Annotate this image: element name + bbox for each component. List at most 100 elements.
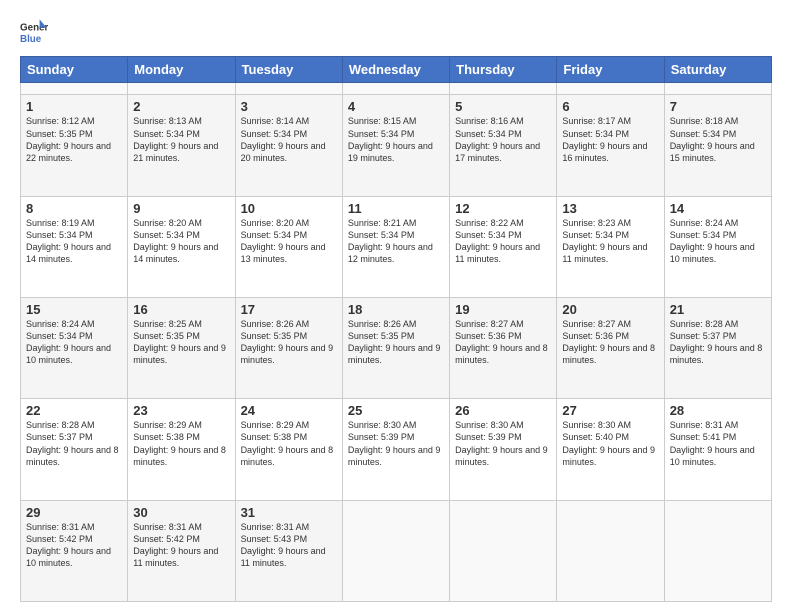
day-info: Sunrise: 8:31 AMSunset: 5:42 PMDaylight:… [133, 521, 229, 570]
day-number: 8 [26, 201, 122, 216]
calendar-cell: 4 Sunrise: 8:15 AMSunset: 5:34 PMDayligh… [342, 95, 449, 196]
calendar-cell: 23 Sunrise: 8:29 AMSunset: 5:38 PMDaylig… [128, 399, 235, 500]
day-info: Sunrise: 8:29 AMSunset: 5:38 PMDaylight:… [133, 419, 229, 468]
day-number: 20 [562, 302, 658, 317]
calendar-cell [235, 83, 342, 95]
day-number: 29 [26, 505, 122, 520]
day-info: Sunrise: 8:22 AMSunset: 5:34 PMDaylight:… [455, 217, 551, 266]
calendar-cell: 22 Sunrise: 8:28 AMSunset: 5:37 PMDaylig… [21, 399, 128, 500]
calendar-cell: 17 Sunrise: 8:26 AMSunset: 5:35 PMDaylig… [235, 298, 342, 399]
calendar-cell: 1 Sunrise: 8:12 AMSunset: 5:35 PMDayligh… [21, 95, 128, 196]
day-number: 24 [241, 403, 337, 418]
day-info: Sunrise: 8:30 AMSunset: 5:39 PMDaylight:… [348, 419, 444, 468]
calendar-cell [557, 500, 664, 601]
day-number: 17 [241, 302, 337, 317]
days-header-row: SundayMondayTuesdayWednesdayThursdayFrid… [21, 57, 772, 83]
week-row-3: 8 Sunrise: 8:19 AMSunset: 5:34 PMDayligh… [21, 196, 772, 297]
day-number: 15 [26, 302, 122, 317]
day-header-friday: Friday [557, 57, 664, 83]
day-header-thursday: Thursday [450, 57, 557, 83]
calendar-cell: 12 Sunrise: 8:22 AMSunset: 5:34 PMDaylig… [450, 196, 557, 297]
page: General Blue SundayMondayTuesdayWednesda… [0, 0, 792, 612]
calendar-cell: 29 Sunrise: 8:31 AMSunset: 5:42 PMDaylig… [21, 500, 128, 601]
day-number: 21 [670, 302, 766, 317]
day-info: Sunrise: 8:13 AMSunset: 5:34 PMDaylight:… [133, 115, 229, 164]
day-number: 2 [133, 99, 229, 114]
day-header-saturday: Saturday [664, 57, 771, 83]
week-row-4: 15 Sunrise: 8:24 AMSunset: 5:34 PMDaylig… [21, 298, 772, 399]
calendar-cell: 26 Sunrise: 8:30 AMSunset: 5:39 PMDaylig… [450, 399, 557, 500]
day-info: Sunrise: 8:26 AMSunset: 5:35 PMDaylight:… [241, 318, 337, 367]
day-number: 12 [455, 201, 551, 216]
calendar-cell: 16 Sunrise: 8:25 AMSunset: 5:35 PMDaylig… [128, 298, 235, 399]
day-info: Sunrise: 8:30 AMSunset: 5:40 PMDaylight:… [562, 419, 658, 468]
logo-icon: General Blue [20, 18, 48, 46]
day-info: Sunrise: 8:20 AMSunset: 5:34 PMDaylight:… [241, 217, 337, 266]
day-number: 10 [241, 201, 337, 216]
calendar-cell: 18 Sunrise: 8:26 AMSunset: 5:35 PMDaylig… [342, 298, 449, 399]
calendar-cell: 31 Sunrise: 8:31 AMSunset: 5:43 PMDaylig… [235, 500, 342, 601]
calendar-cell: 13 Sunrise: 8:23 AMSunset: 5:34 PMDaylig… [557, 196, 664, 297]
day-number: 7 [670, 99, 766, 114]
day-info: Sunrise: 8:23 AMSunset: 5:34 PMDaylight:… [562, 217, 658, 266]
calendar-cell: 8 Sunrise: 8:19 AMSunset: 5:34 PMDayligh… [21, 196, 128, 297]
day-info: Sunrise: 8:28 AMSunset: 5:37 PMDaylight:… [26, 419, 122, 468]
svg-text:Blue: Blue [20, 34, 42, 45]
day-info: Sunrise: 8:16 AMSunset: 5:34 PMDaylight:… [455, 115, 551, 164]
day-info: Sunrise: 8:27 AMSunset: 5:36 PMDaylight:… [562, 318, 658, 367]
calendar-cell: 30 Sunrise: 8:31 AMSunset: 5:42 PMDaylig… [128, 500, 235, 601]
logo: General Blue [20, 18, 48, 46]
day-info: Sunrise: 8:14 AMSunset: 5:34 PMDaylight:… [241, 115, 337, 164]
day-number: 28 [670, 403, 766, 418]
day-number: 18 [348, 302, 444, 317]
calendar-cell: 15 Sunrise: 8:24 AMSunset: 5:34 PMDaylig… [21, 298, 128, 399]
svg-text:General: General [20, 23, 48, 34]
day-header-sunday: Sunday [21, 57, 128, 83]
day-number: 5 [455, 99, 551, 114]
calendar-cell: 19 Sunrise: 8:27 AMSunset: 5:36 PMDaylig… [450, 298, 557, 399]
week-row-5: 22 Sunrise: 8:28 AMSunset: 5:37 PMDaylig… [21, 399, 772, 500]
calendar-cell [450, 83, 557, 95]
calendar-cell: 24 Sunrise: 8:29 AMSunset: 5:38 PMDaylig… [235, 399, 342, 500]
day-info: Sunrise: 8:17 AMSunset: 5:34 PMDaylight:… [562, 115, 658, 164]
day-number: 4 [348, 99, 444, 114]
day-info: Sunrise: 8:18 AMSunset: 5:34 PMDaylight:… [670, 115, 766, 164]
day-info: Sunrise: 8:15 AMSunset: 5:34 PMDaylight:… [348, 115, 444, 164]
day-number: 23 [133, 403, 229, 418]
day-info: Sunrise: 8:26 AMSunset: 5:35 PMDaylight:… [348, 318, 444, 367]
day-info: Sunrise: 8:30 AMSunset: 5:39 PMDaylight:… [455, 419, 551, 468]
day-header-monday: Monday [128, 57, 235, 83]
calendar-cell: 5 Sunrise: 8:16 AMSunset: 5:34 PMDayligh… [450, 95, 557, 196]
day-number: 14 [670, 201, 766, 216]
day-info: Sunrise: 8:20 AMSunset: 5:34 PMDaylight:… [133, 217, 229, 266]
calendar-table: SundayMondayTuesdayWednesdayThursdayFrid… [20, 56, 772, 602]
calendar-cell [557, 83, 664, 95]
calendar-cell: 9 Sunrise: 8:20 AMSunset: 5:34 PMDayligh… [128, 196, 235, 297]
calendar-cell [342, 83, 449, 95]
calendar-cell [342, 500, 449, 601]
day-number: 11 [348, 201, 444, 216]
day-info: Sunrise: 8:24 AMSunset: 5:34 PMDaylight:… [26, 318, 122, 367]
day-number: 30 [133, 505, 229, 520]
header: General Blue [20, 18, 772, 46]
calendar-cell: 27 Sunrise: 8:30 AMSunset: 5:40 PMDaylig… [557, 399, 664, 500]
day-number: 19 [455, 302, 551, 317]
week-row-2: 1 Sunrise: 8:12 AMSunset: 5:35 PMDayligh… [21, 95, 772, 196]
day-info: Sunrise: 8:27 AMSunset: 5:36 PMDaylight:… [455, 318, 551, 367]
day-info: Sunrise: 8:21 AMSunset: 5:34 PMDaylight:… [348, 217, 444, 266]
calendar-cell: 20 Sunrise: 8:27 AMSunset: 5:36 PMDaylig… [557, 298, 664, 399]
calendar-cell [21, 83, 128, 95]
day-number: 1 [26, 99, 122, 114]
day-info: Sunrise: 8:12 AMSunset: 5:35 PMDaylight:… [26, 115, 122, 164]
calendar-cell [664, 83, 771, 95]
day-number: 22 [26, 403, 122, 418]
calendar-cell: 2 Sunrise: 8:13 AMSunset: 5:34 PMDayligh… [128, 95, 235, 196]
calendar-cell: 3 Sunrise: 8:14 AMSunset: 5:34 PMDayligh… [235, 95, 342, 196]
day-number: 31 [241, 505, 337, 520]
day-info: Sunrise: 8:28 AMSunset: 5:37 PMDaylight:… [670, 318, 766, 367]
day-number: 6 [562, 99, 658, 114]
calendar-cell: 11 Sunrise: 8:21 AMSunset: 5:34 PMDaylig… [342, 196, 449, 297]
day-header-tuesday: Tuesday [235, 57, 342, 83]
calendar-cell [128, 83, 235, 95]
calendar-body: 1 Sunrise: 8:12 AMSunset: 5:35 PMDayligh… [21, 83, 772, 602]
